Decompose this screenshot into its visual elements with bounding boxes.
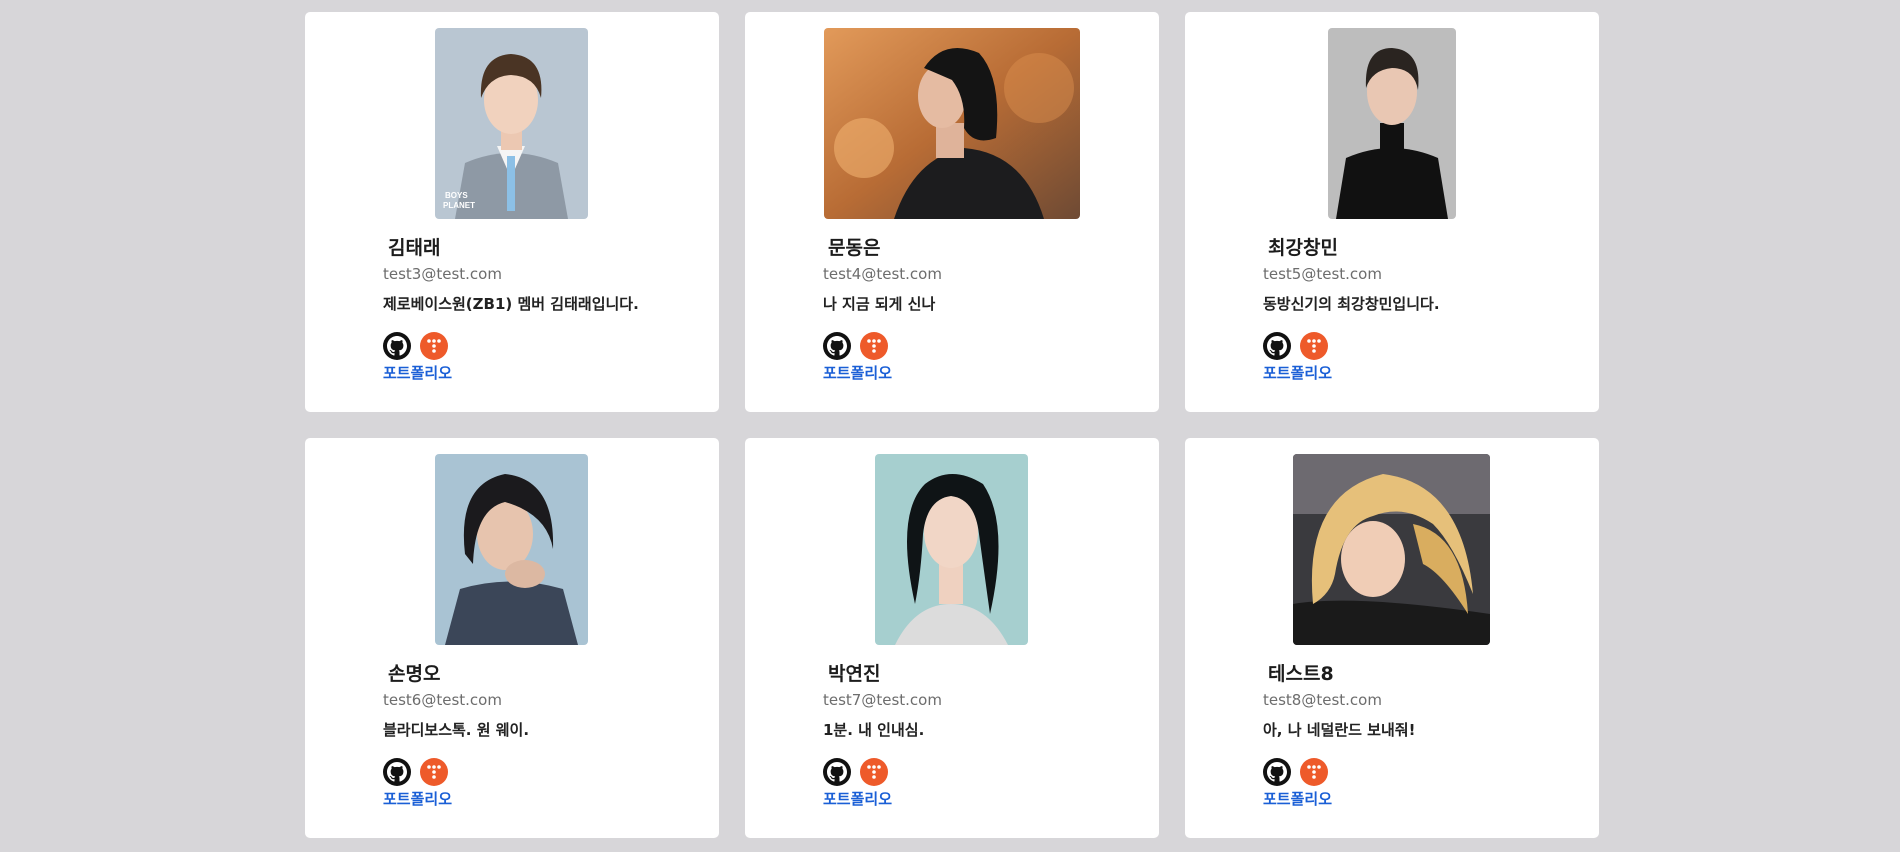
profile-email: test3@test.com <box>383 265 502 283</box>
profile-email: test8@test.com <box>1263 691 1382 709</box>
tistory-icon[interactable] <box>860 332 888 360</box>
profile-info: 김태래 test3@test.com 제로베이스원(ZB1) 멤버 김태래입니다… <box>383 235 699 383</box>
github-icon[interactable] <box>383 758 411 786</box>
github-icon[interactable] <box>823 758 851 786</box>
social-icons <box>823 332 1139 360</box>
profile-photo: BOYS PLANET <box>435 28 588 219</box>
profile-card: 손명오 test6@test.com 블라디보스톡. 원 웨이. 포트폴리오 <box>305 438 719 838</box>
profile-info: 문동은 test4@test.com 나 지금 되게 신나 포트폴리오 <box>823 235 1139 383</box>
github-icon[interactable] <box>1263 332 1291 360</box>
profile-email: test7@test.com <box>823 691 942 709</box>
tistory-icon[interactable] <box>1300 332 1328 360</box>
profile-email: test4@test.com <box>823 265 942 283</box>
profile-bio: 아, 나 네덜란드 보내줘! <box>1263 721 1416 739</box>
profile-name: 손명오 <box>388 663 441 685</box>
profile-bio: 1분. 내 인내심. <box>823 721 925 739</box>
profile-name: 문동은 <box>828 237 881 259</box>
portfolio-link[interactable]: 포트폴리오 <box>383 363 452 383</box>
tistory-icon[interactable] <box>420 332 448 360</box>
social-icons <box>383 332 699 360</box>
profile-name: 박연진 <box>828 663 881 685</box>
profile-bio: 나 지금 되게 신나 <box>823 295 936 313</box>
profile-photo <box>435 454 588 645</box>
profile-photo <box>875 454 1028 645</box>
profile-card: 문동은 test4@test.com 나 지금 되게 신나 포트폴리오 <box>745 12 1159 412</box>
profile-card: 박연진 test7@test.com 1분. 내 인내심. 포트폴리오 <box>745 438 1159 838</box>
portfolio-link[interactable]: 포트폴리오 <box>823 363 892 383</box>
github-icon[interactable] <box>823 332 851 360</box>
profile-email: test6@test.com <box>383 691 502 709</box>
profile-card: 최강창민 test5@test.com 동방신기의 최강창민입니다. 포트폴리오 <box>1185 12 1599 412</box>
profile-name: 최강창민 <box>1268 237 1338 259</box>
profile-info: 테스트8 test8@test.com 아, 나 네덜란드 보내줘! 포트폴리오 <box>1263 661 1579 809</box>
social-icons <box>1263 758 1579 786</box>
profile-email: test5@test.com <box>1263 265 1382 283</box>
social-icons <box>1263 332 1579 360</box>
tistory-icon[interactable] <box>1300 758 1328 786</box>
social-icons <box>823 758 1139 786</box>
portfolio-link[interactable]: 포트폴리오 <box>383 789 452 809</box>
profile-info: 손명오 test6@test.com 블라디보스톡. 원 웨이. 포트폴리오 <box>383 661 699 809</box>
profile-info: 최강창민 test5@test.com 동방신기의 최강창민입니다. 포트폴리오 <box>1263 235 1579 383</box>
profile-photo <box>1328 28 1456 219</box>
profile-name: 테스트8 <box>1268 663 1334 685</box>
profile-card: BOYS PLANET 김태래 test3@test.com 제로베이스원(ZB… <box>305 12 719 412</box>
tistory-icon[interactable] <box>860 758 888 786</box>
portfolio-link[interactable]: 포트폴리오 <box>1263 789 1332 809</box>
social-icons <box>383 758 699 786</box>
portfolio-link[interactable]: 포트폴리오 <box>823 789 892 809</box>
profile-photo <box>1293 454 1490 645</box>
github-icon[interactable] <box>1263 758 1291 786</box>
profile-grid: BOYS PLANET 김태래 test3@test.com 제로베이스원(ZB… <box>305 12 1600 838</box>
profile-card: 테스트8 test8@test.com 아, 나 네덜란드 보내줘! 포트폴리오 <box>1185 438 1599 838</box>
profile-photo <box>824 28 1080 219</box>
profile-info: 박연진 test7@test.com 1분. 내 인내심. 포트폴리오 <box>823 661 1139 809</box>
profile-bio: 블라디보스톡. 원 웨이. <box>383 721 530 739</box>
profile-bio: 제로베이스원(ZB1) 멤버 김태래입니다. <box>383 295 639 313</box>
portfolio-link[interactable]: 포트폴리오 <box>1263 363 1332 383</box>
tistory-icon[interactable] <box>420 758 448 786</box>
profile-bio: 동방신기의 최강창민입니다. <box>1263 295 1440 313</box>
svg-text:BOYS: BOYS <box>445 191 468 200</box>
github-icon[interactable] <box>383 332 411 360</box>
profile-name: 김태래 <box>388 237 441 259</box>
svg-text:PLANET: PLANET <box>443 201 475 210</box>
